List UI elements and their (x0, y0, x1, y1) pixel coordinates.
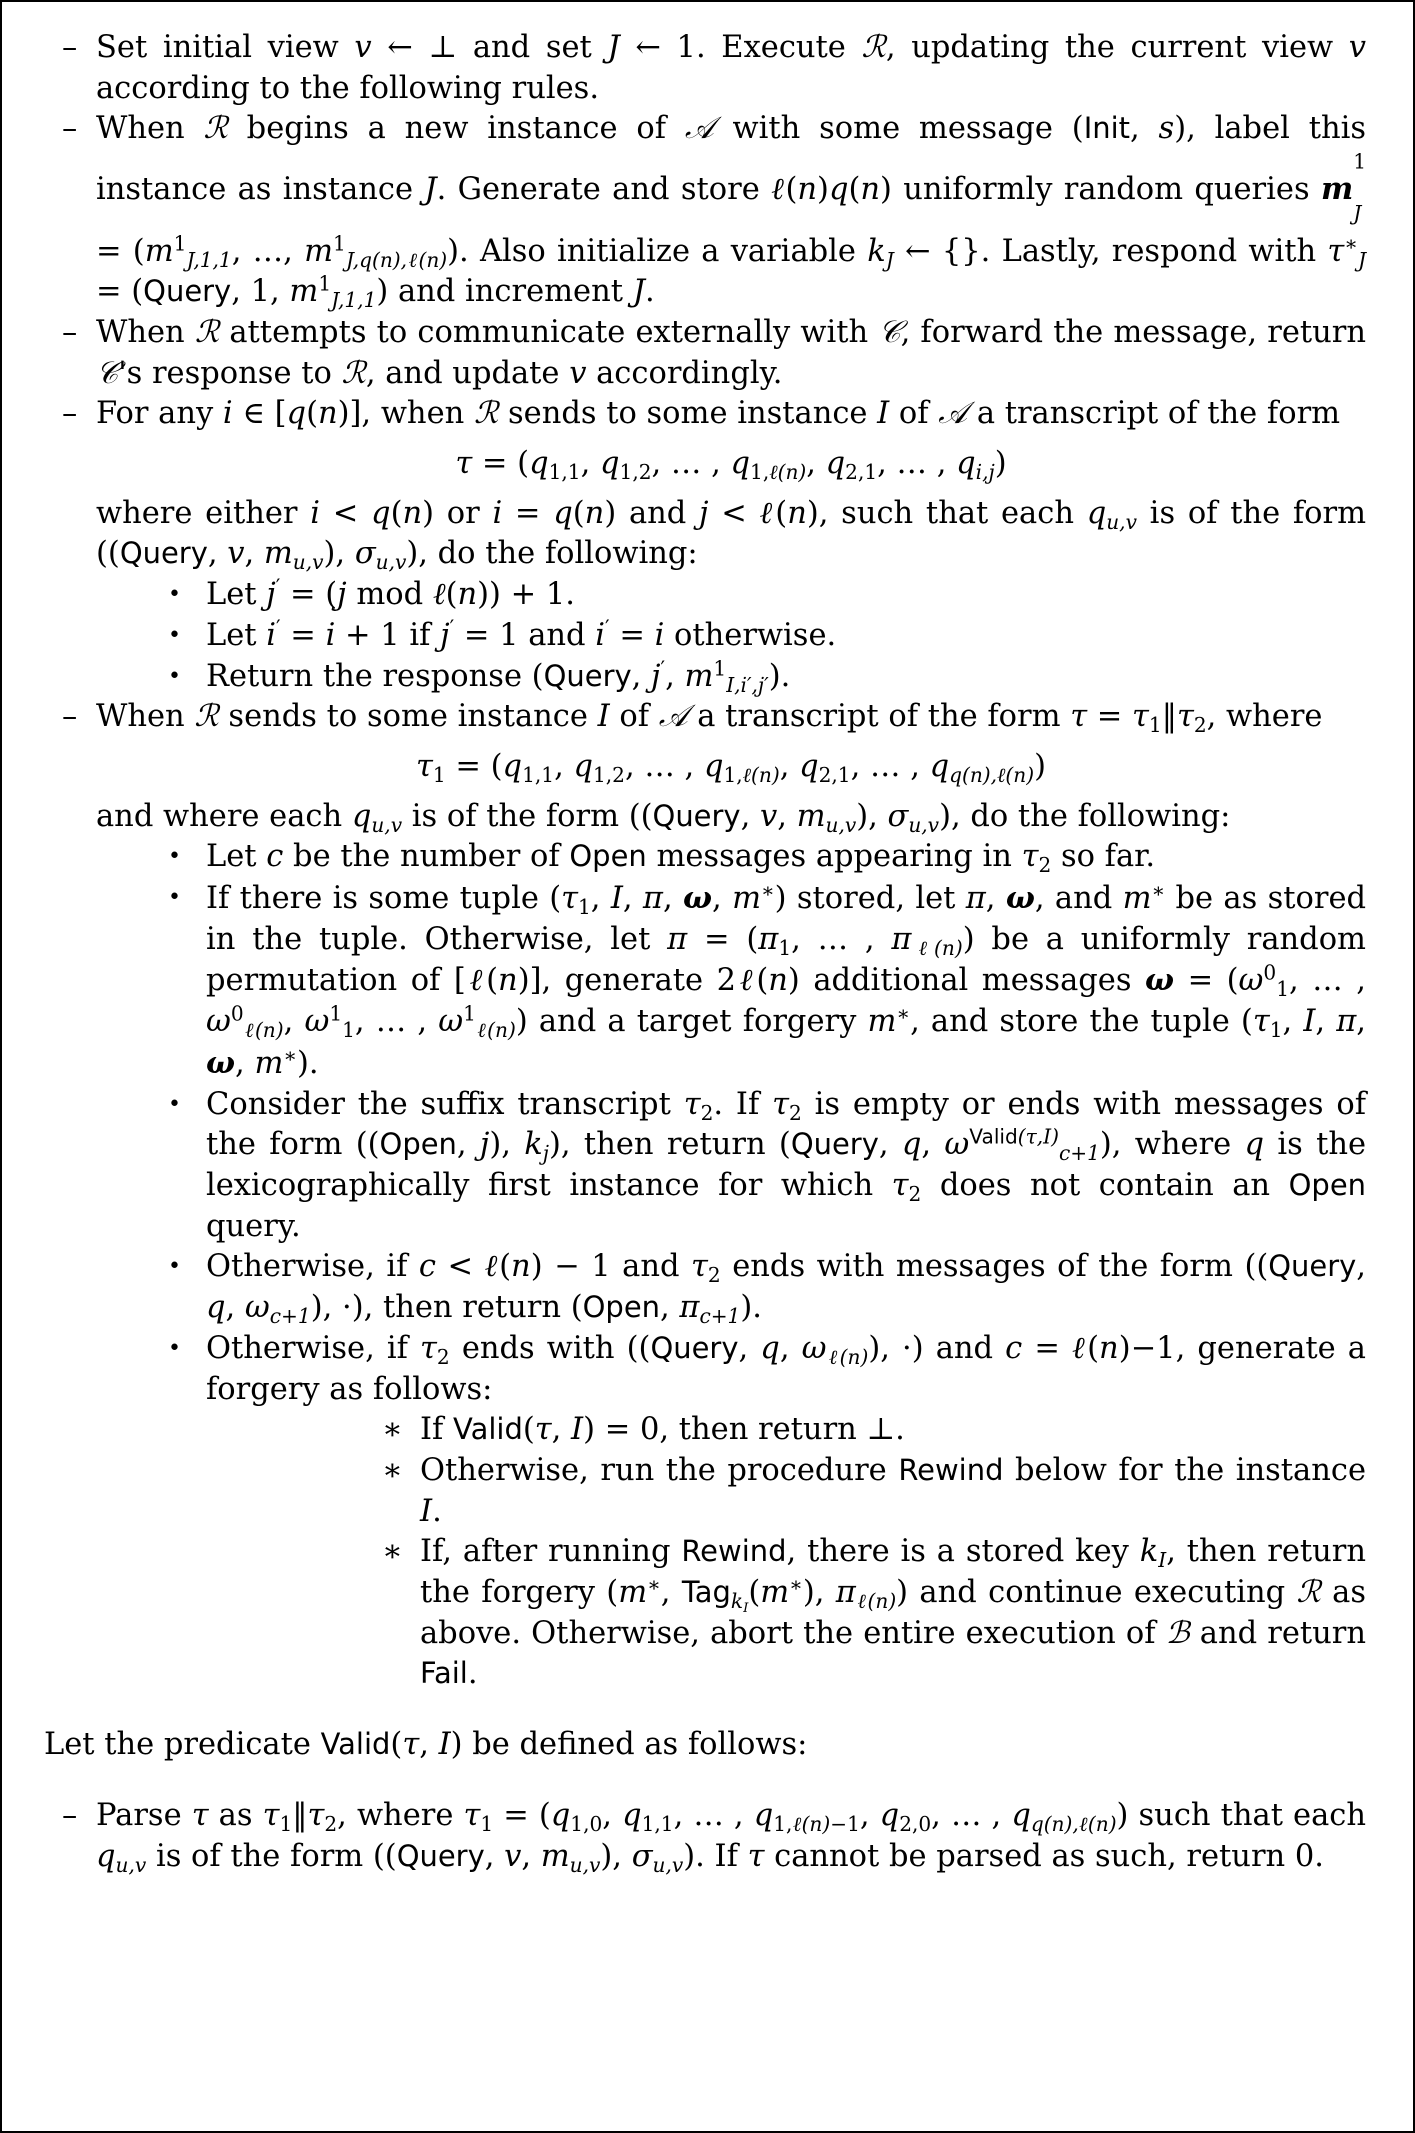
bullet-marker: • (168, 663, 181, 689)
bullet-marker: • (168, 622, 181, 648)
proof-body: – Set initial view v ← ⊥ and set J ← 1. … (44, 28, 1366, 1877)
list-item-text: For any i ∈ [q(n)], when ℛ sends to some… (96, 396, 1341, 432)
list-item: – When ℛ sends to some instance I of 𝒜 a… (44, 697, 1366, 1695)
star-marker: ∗ (382, 1534, 403, 1570)
list-item-text: Consider the suffix transcript τ2. If τ2… (206, 1086, 1367, 1244)
list-item-text: Otherwise, if τ2 ends with ((Query, q, ω… (206, 1330, 1366, 1407)
list-item-text: Parse τ as τ1‖τ2, where τ1 = (q1,0, q1,1… (96, 1797, 1367, 1877)
list-item-text: Return the response (Query, j′, m1I,i′,j… (206, 656, 791, 697)
list-item: • Let i′ = i + 1 if j′ = 1 and i′ = i ot… (152, 616, 1366, 657)
list-item-continuation: where either i < q(n) or i = q(n) and j … (96, 495, 1367, 575)
sub-sub-list: ∗ If Valid(τ, I) = 0, then return ⊥. ∗ O… (206, 1410, 1366, 1695)
bullet-marker: • (168, 885, 181, 911)
dash-marker: – (62, 1797, 78, 1833)
equation-tau: τ = (q1,1, q1,2, … , q1,ℓ(n), q2,1, … , … (455, 446, 1007, 485)
list-item: ∗ Otherwise, run the procedure Rewind be… (374, 1451, 1366, 1532)
list-item-text: Otherwise, if c < ℓ(n) − 1 and τ2 ends w… (206, 1249, 1366, 1329)
list-item: – Parse τ as τ1‖τ2, where τ1 = (q1,0, q1… (44, 1796, 1366, 1877)
list-item: – When ℛ attempts to communicate externa… (44, 313, 1366, 394)
list-item-text: Let c be the number of Open messages app… (206, 839, 1156, 878)
list-item: • Consider the suffix transcript τ2. If … (152, 1085, 1366, 1248)
list-item-text: When ℛ sends to some instance I of 𝒜 a t… (96, 699, 1323, 738)
bullet-marker: • (168, 1254, 181, 1280)
sub-list: • Let c be the number of Open messages a… (96, 837, 1366, 1695)
vertical-spacer (44, 1695, 1366, 1725)
list-item: • Let c be the number of Open messages a… (152, 837, 1366, 878)
dash-marker: – (62, 111, 78, 147)
list-item: ∗ If, after running Rewind, there is a s… (374, 1532, 1366, 1695)
list-item: – Set initial view v ← ⊥ and set J ← 1. … (44, 28, 1366, 109)
sub-list: • Let j′ = (j mod ℓ(n)) + 1. • Let i′ = … (96, 575, 1366, 697)
list-item: ∗ If Valid(τ, I) = 0, then return ⊥. (374, 1410, 1366, 1451)
list-item-text: If, after running Rewind, there is a sto… (420, 1534, 1367, 1692)
dash-marker: – (62, 396, 78, 432)
equation-tau1: τ1 = (q1,1, q1,2, … , q1,ℓ(n), q2,1, … ,… (416, 748, 1046, 787)
list-item: • Return the response (Query, j′, m1I,i′… (152, 657, 1366, 698)
bullet-marker: • (168, 1335, 181, 1361)
valid-predicate-intro: Let the predicate Valid(τ, I) be defined… (44, 1727, 808, 1763)
bullet-marker: • (168, 582, 181, 608)
dash-marker: – (62, 30, 78, 65)
bullet-marker: • (168, 1091, 181, 1117)
dash-marker: – (62, 699, 78, 735)
list-item-text: Set initial view v ← ⊥ and set J ← 1. Ex… (96, 30, 1367, 106)
list-item: • If there is some tuple (τ1, I, π, ω, m… (152, 878, 1366, 1085)
list-item-text: If there is some tuple (τ1, I, π, ω, m∗)… (206, 878, 1367, 1081)
dash-marker: – (62, 314, 78, 350)
bullet-marker: • (168, 844, 181, 870)
list-item-text: If Valid(τ, I) = 0, then return ⊥. (420, 1412, 905, 1448)
list-item-text: Let i′ = i + 1 if j′ = 1 and i′ = i othe… (206, 615, 837, 653)
vertical-spacer (44, 1766, 1366, 1796)
list-item: • Let j′ = (j mod ℓ(n)) + 1. (152, 575, 1366, 616)
document-page: – Set initial view v ← ⊥ and set J ← 1. … (0, 0, 1415, 2133)
list-item: – When ℛ begins a new instance of 𝒜 with… (44, 109, 1366, 313)
list-item: • Otherwise, if τ2 ends with ((Query, q,… (152, 1329, 1366, 1695)
star-marker: ∗ (382, 1452, 403, 1488)
list-item-text: When ℛ begins a new instance of 𝒜 with s… (96, 111, 1367, 313)
list-item-continuation: and where each qu,v is of the form ((Que… (96, 798, 1231, 837)
star-marker: ∗ (382, 1412, 403, 1448)
list-item-text: Otherwise, run the procedure Rewind belo… (420, 1452, 1366, 1529)
list-item: – For any i ∈ [q(n)], when ℛ sends to so… (44, 394, 1366, 697)
list-item-text: When ℛ attempts to communicate externall… (96, 314, 1366, 391)
list-item: • Otherwise, if c < ℓ(n) − 1 and τ2 ends… (152, 1247, 1366, 1328)
list-item-text: Let j′ = (j mod ℓ(n)) + 1. (206, 574, 575, 613)
